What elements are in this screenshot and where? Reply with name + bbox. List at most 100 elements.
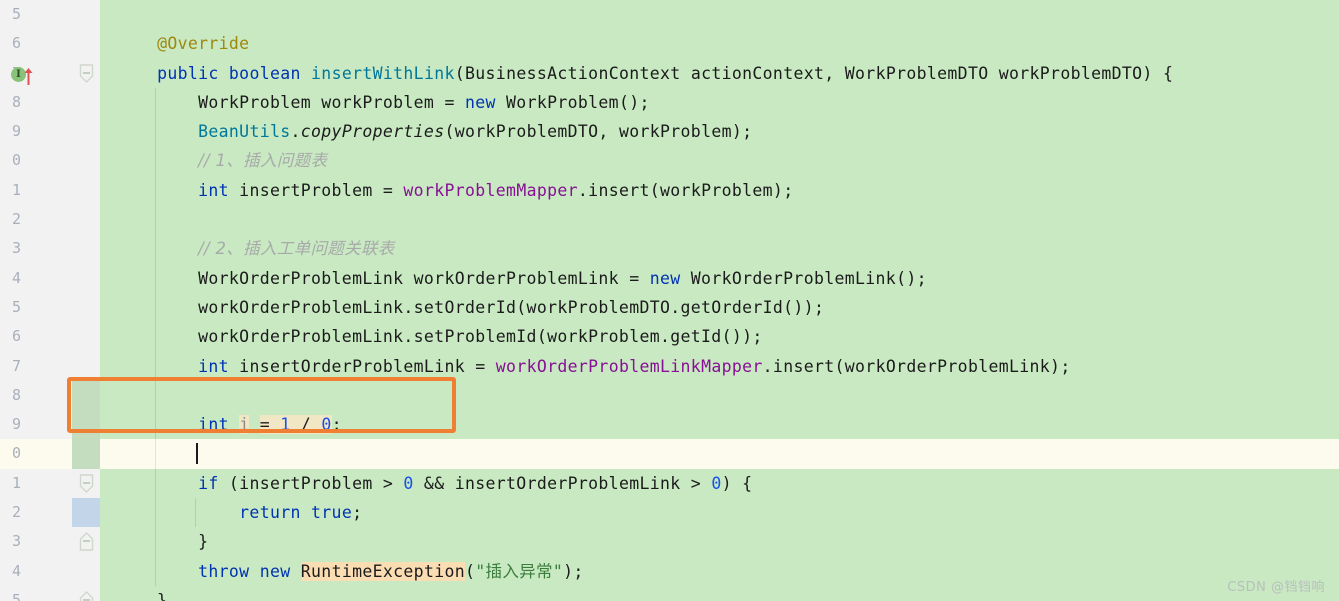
line-number: 4	[11, 268, 21, 287]
line-number-row[interactable]: 7	[0, 352, 72, 381]
line-number-row[interactable]: 6	[0, 29, 72, 58]
fold-strip-row[interactable]	[72, 557, 100, 586]
line-number: 5	[11, 297, 21, 316]
code-line[interactable]: return true;	[100, 498, 1339, 528]
code-token: boolean	[228, 63, 301, 83]
line-number-row[interactable]: 6	[0, 322, 72, 351]
fold-strip-row[interactable]	[72, 88, 100, 117]
line-number-row[interactable]: 5	[0, 293, 72, 322]
line-number-row[interactable]: 3	[0, 527, 72, 556]
code-line[interactable]: throw new RuntimeException("插入异常");	[100, 556, 1339, 586]
line-number-row[interactable]: 4	[0, 557, 72, 586]
code-line[interactable]: workOrderProblemLink.setProblemId(workPr…	[100, 322, 1339, 352]
vcs-change-bar-added[interactable]	[72, 410, 100, 440]
code-line[interactable]: if (insertProblem > 0 && insertOrderProb…	[100, 468, 1339, 499]
vcs-change-bar-added[interactable]	[72, 439, 100, 469]
line-number: 8	[11, 92, 21, 111]
line-number-row[interactable]: 3	[0, 234, 72, 263]
fold-strip-row[interactable]	[72, 29, 100, 58]
line-number-row[interactable]: 7I	[0, 59, 72, 88]
fold-strip-row[interactable]	[72, 410, 100, 440]
fold-strip-row[interactable]	[72, 264, 100, 293]
code-line[interactable]: // 2、插入工单问题关联表	[100, 234, 1339, 264]
fold-strip-row[interactable]	[72, 0, 100, 29]
fold-strip-row[interactable]	[72, 234, 100, 263]
line-number-row[interactable]: 0	[0, 146, 72, 175]
line-number: 7	[11, 356, 21, 375]
line-number-row[interactable]: 2	[0, 205, 72, 234]
code-token: 0	[321, 415, 332, 435]
line-number-row[interactable]: 0	[0, 439, 72, 469]
line-number-row[interactable]: 5	[0, 0, 72, 29]
line-number: 9	[11, 122, 21, 141]
fold-strip-row[interactable]	[72, 352, 100, 381]
line-number: 8	[11, 385, 21, 404]
fold-strip-row[interactable]	[72, 469, 100, 498]
indent-guide	[154, 263, 156, 293]
code-line[interactable]: WorkOrderProblemLink workOrderProblemLin…	[100, 263, 1339, 293]
fold-strip-row[interactable]	[72, 322, 100, 351]
line-number-row[interactable]: 9	[0, 117, 72, 146]
line-number: 6	[11, 327, 21, 346]
code-line[interactable]	[100, 205, 1339, 235]
fold-strip-row[interactable]	[72, 498, 100, 528]
code-token: /	[290, 415, 322, 435]
fold-strip-row[interactable]	[72, 117, 100, 146]
line-number: 1	[11, 180, 21, 199]
fold-strip-row[interactable]	[72, 527, 100, 556]
line-number-row[interactable]: 5	[0, 586, 72, 601]
line-number-row[interactable]: 1	[0, 469, 72, 498]
vcs-change-bar-added[interactable]	[72, 380, 100, 411]
code-line[interactable]	[100, 380, 1339, 411]
code-token: workOrderProblemLinkMapper	[495, 356, 763, 376]
code-token: ;	[331, 415, 342, 435]
line-number: 2	[11, 210, 21, 229]
code-line[interactable]: int i = 1 / 0;	[100, 410, 1339, 440]
fold-strip-row[interactable]	[72, 586, 100, 601]
vcs-change-bar-modified[interactable]	[72, 498, 100, 528]
code-line[interactable]	[100, 0, 1339, 29]
line-number-row[interactable]: 9	[0, 410, 72, 439]
code-line[interactable]	[100, 439, 1339, 469]
code-editor-area[interactable]: @Override public boolean insertWithLink(…	[100, 0, 1339, 601]
fold-strip-row[interactable]	[72, 380, 100, 411]
code-line[interactable]: BeanUtils.copyProperties(workProblemDTO,…	[100, 117, 1339, 147]
code-line[interactable]: public boolean insertWithLink(BusinessAc…	[100, 59, 1339, 88]
chevron-expand-icon[interactable]	[78, 590, 95, 601]
line-number-row[interactable]: 8	[0, 88, 72, 117]
fold-strip-row[interactable]	[72, 205, 100, 234]
fold-strip-row[interactable]	[72, 176, 100, 205]
code-line[interactable]: int insertProblem = workProblemMapper.in…	[100, 175, 1339, 206]
code-line[interactable]: }	[100, 586, 1339, 601]
indent-guide	[154, 175, 156, 206]
line-number-row[interactable]: 2	[0, 498, 72, 527]
line-number: 5	[11, 590, 21, 601]
chevron-collapse-icon[interactable]	[78, 474, 95, 494]
code-line[interactable]: }	[100, 527, 1339, 557]
code-line[interactable]: @Override	[100, 29, 1339, 58]
code-line[interactable]: // 1、插入问题表	[100, 146, 1339, 176]
fold-and-change-bar-strip[interactable]	[72, 0, 100, 601]
implements-method-gutter-icon[interactable]: I	[11, 65, 33, 85]
line-number-row[interactable]: 4	[0, 264, 72, 293]
fold-strip-row[interactable]	[72, 439, 100, 469]
line-number: 4	[11, 561, 21, 580]
line-number: 9	[11, 415, 21, 434]
chevron-expand-icon[interactable]	[78, 532, 95, 552]
fold-strip-row[interactable]	[72, 293, 100, 322]
code-line[interactable]: WorkProblem workProblem = new WorkProble…	[100, 87, 1339, 118]
line-number-row[interactable]: 8	[0, 381, 72, 410]
line-number-row[interactable]: 1	[0, 176, 72, 205]
code-line[interactable]: workOrderProblemLink.setOrderId(workProb…	[100, 292, 1339, 323]
fold-strip-row[interactable]	[72, 59, 100, 88]
indent-guide	[154, 439, 156, 469]
line-number-gutter: 5 6 7I 8 9 0 1 2 3 4 5 6 7 8 9 0 1 2 3 4 5	[0, 0, 72, 601]
fold-strip-row[interactable]	[72, 146, 100, 175]
chevron-collapse-icon[interactable]	[78, 63, 95, 84]
code-line[interactable]: int insertOrderProblemLink = workOrderPr…	[100, 351, 1339, 381]
